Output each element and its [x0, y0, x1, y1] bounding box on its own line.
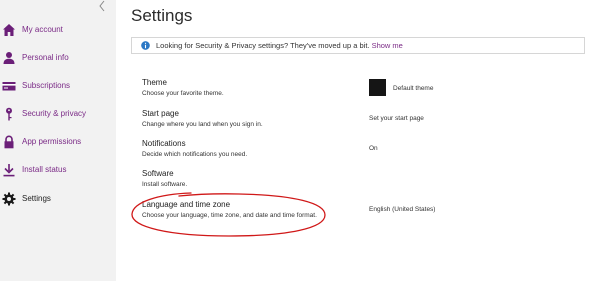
info-banner-message: Looking for Security & Privacy settings?…	[156, 41, 403, 51]
setting-description: Install software.	[142, 181, 188, 188]
sidebar-item-label: Install status	[22, 165, 67, 174]
gear-icon	[2, 192, 16, 206]
setting-notifications: Notifications Decide which notifications…	[142, 139, 582, 165]
setting-title: Software	[142, 169, 174, 178]
person-icon	[2, 51, 16, 65]
download-icon	[2, 163, 16, 177]
sidebar: My account Personal info Subscriptions S…	[0, 0, 116, 281]
setting-description: Choose your language, time zone, and dat…	[142, 212, 317, 219]
sidebar-item-install-status[interactable]: Install status	[0, 160, 116, 182]
theme-swatch[interactable]	[369, 79, 386, 96]
language-value[interactable]: English (United States)	[369, 205, 435, 214]
main-content: Settings Looking for Security & Privacy …	[116, 0, 597, 281]
info-icon	[141, 41, 150, 50]
sidebar-item-subscriptions[interactable]: Subscriptions	[0, 76, 116, 98]
theme-value[interactable]: Default theme	[393, 84, 433, 93]
sidebar-item-settings[interactable]: Settings	[0, 189, 116, 211]
show-me-link[interactable]: Show me	[372, 41, 403, 50]
notifications-value[interactable]: On	[369, 144, 378, 153]
setting-title: Language and time zone	[142, 200, 231, 209]
setting-title: Notifications	[142, 139, 186, 148]
setting-start-page: Start page Change where you land when yo…	[142, 109, 582, 135]
chevron-left-icon[interactable]	[97, 0, 107, 12]
home-icon	[2, 23, 16, 37]
lock-icon	[2, 135, 16, 149]
setting-description: Decide which notifications you need.	[142, 151, 248, 158]
info-banner: Looking for Security & Privacy settings?…	[131, 37, 585, 54]
card-icon	[2, 79, 16, 93]
sidebar-item-label: My account	[22, 25, 63, 34]
sidebar-item-label: App permissions	[22, 137, 82, 146]
sidebar-item-label: Security & privacy	[22, 109, 87, 118]
setting-language-time-zone: Language and time zone Choose your langu…	[142, 200, 582, 226]
setting-title: Start page	[142, 109, 179, 118]
sidebar-item-personal-info[interactable]: Personal info	[0, 48, 116, 70]
setting-theme: Theme Choose your favorite theme. Defaul…	[142, 78, 582, 104]
start-page-value[interactable]: Set your start page	[369, 114, 424, 123]
sidebar-item-app-permissions[interactable]: App permissions	[0, 132, 116, 154]
sidebar-item-security-privacy[interactable]: Security & privacy	[0, 104, 116, 126]
setting-software: Software Install software.	[142, 169, 582, 195]
setting-description: Change where you land when you sign in.	[142, 121, 263, 128]
key-icon	[2, 107, 16, 121]
sidebar-item-label: Subscriptions	[22, 81, 71, 90]
info-banner-text: Looking for Security & Privacy settings?…	[156, 41, 370, 50]
sidebar-item-my-account[interactable]: My account	[0, 20, 116, 42]
sidebar-item-label: Personal info	[22, 53, 69, 62]
setting-title: Theme	[142, 78, 167, 87]
setting-description: Choose your favorite theme.	[142, 90, 224, 97]
sidebar-item-label: Settings	[22, 194, 51, 203]
page-title: Settings	[131, 6, 193, 25]
